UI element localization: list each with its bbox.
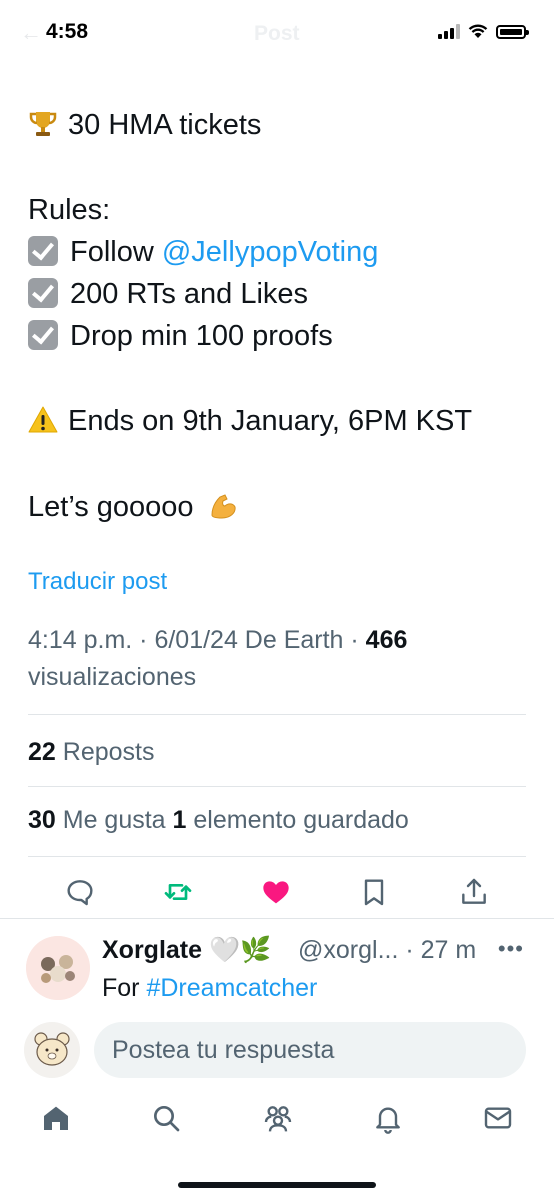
closing-line: Let’s gooooo <box>28 490 248 524</box>
checkbox-icon <box>28 320 58 350</box>
reply-input[interactable]: Postea tu respuesta <box>94 1022 526 1078</box>
likes-count: 30 <box>28 806 56 834</box>
divider <box>0 918 554 919</box>
hashtag-link[interactable]: #Dreamcatcher <box>146 974 317 1002</box>
warning-icon <box>28 406 58 433</box>
bookmarks-link[interactable]: 1 elemento guardado <box>173 806 409 834</box>
rule-2-text: 200 RTs and Likes <box>70 278 309 310</box>
divider <box>28 714 526 715</box>
bookmarks-count: 1 <box>172 806 187 834</box>
status-time: 4:58 <box>46 20 89 43</box>
wifi-icon <box>468 24 488 38</box>
flexed-biceps-icon <box>211 494 236 519</box>
prize-text: 30 HMA tickets <box>68 109 262 141</box>
post-timestamp[interactable]: 4:14 p.m. · 6/01/24 De Earth · <box>28 626 366 654</box>
rules-heading: Rules: <box>28 194 111 226</box>
rule-3-text: Drop min 100 proofs <box>70 320 333 352</box>
reply-text-prefix: For <box>102 974 147 1002</box>
trophy-icon <box>29 112 57 136</box>
comment-icon[interactable] <box>64 876 96 908</box>
reposts-count: 22 <box>28 738 56 766</box>
reposts-stat[interactable]: 22 Reposts <box>28 738 154 767</box>
reply-composer: Postea tu respuesta <box>0 1010 554 1090</box>
more-options-icon[interactable]: ••• <box>498 936 524 962</box>
closing-text: Let’s gooooo <box>28 491 194 523</box>
likes-label: Me gusta <box>55 806 173 834</box>
action-bar <box>0 870 554 914</box>
heart-icon[interactable] <box>260 876 292 908</box>
header-title: Post <box>254 22 300 45</box>
post-meta: 4:14 p.m. · 6/01/24 De Earth · 466 visua… <box>28 622 528 696</box>
rule-item: Drop min 100 proofs <box>28 319 333 353</box>
likes-link[interactable]: 30 Me gusta <box>28 806 173 834</box>
divider <box>28 856 526 857</box>
battery-icon <box>496 24 529 39</box>
reply-author-name[interactable]: Xorglate 🤍🌿 <box>102 936 271 965</box>
reply-text: For #Dreamcatcher <box>102 974 317 1003</box>
bookmarks-label: elemento guardado <box>186 806 409 834</box>
rule-item: 200 RTs and Likes <box>28 277 308 311</box>
prize-line: 30 HMA tickets <box>28 108 261 142</box>
deadline-text: Ends on 9th January, 6PM KST <box>68 405 473 437</box>
mail-icon[interactable] <box>482 1102 514 1134</box>
home-icon[interactable] <box>40 1102 72 1134</box>
avatar[interactable] <box>26 936 90 1000</box>
communities-icon[interactable] <box>262 1102 294 1134</box>
rule-item: Follow @JellypopVoting <box>28 235 378 269</box>
share-icon[interactable] <box>458 876 490 908</box>
rule-1-text: Follow <box>70 236 162 268</box>
back-arrow-icon[interactable]: ← <box>20 20 42 46</box>
status-icons <box>438 24 529 39</box>
divider <box>28 786 526 787</box>
mention-link[interactable]: @JellypopVoting <box>162 236 378 268</box>
status-bar: ← 4:58 Post <box>0 0 554 66</box>
checkbox-icon <box>28 236 58 266</box>
likes-stat: 30 Me gusta 1 elemento guardado <box>28 806 409 835</box>
views-label: visualizaciones <box>28 663 197 691</box>
home-indicator[interactable] <box>178 1182 376 1188</box>
views-count: 466 <box>365 626 408 654</box>
search-icon[interactable] <box>150 1102 182 1134</box>
avatar[interactable] <box>24 1022 80 1078</box>
reply-item[interactable]: Xorglate 🤍🌿 @xorgl... · 27 m ••• For #Dr… <box>0 922 554 1010</box>
bookmark-icon[interactable] <box>358 876 390 908</box>
cellular-signal-icon <box>438 24 460 39</box>
reposts-label: Reposts <box>55 738 155 766</box>
checkbox-icon <box>28 278 58 308</box>
reply-author-handle: @xorgl... · 27 m <box>298 936 477 964</box>
deadline-line: Ends on 9th January, 6PM KST <box>28 404 472 438</box>
bell-icon[interactable] <box>372 1102 404 1134</box>
repost-icon[interactable] <box>162 876 194 908</box>
translate-post-link[interactable]: Traducir post <box>28 568 167 596</box>
